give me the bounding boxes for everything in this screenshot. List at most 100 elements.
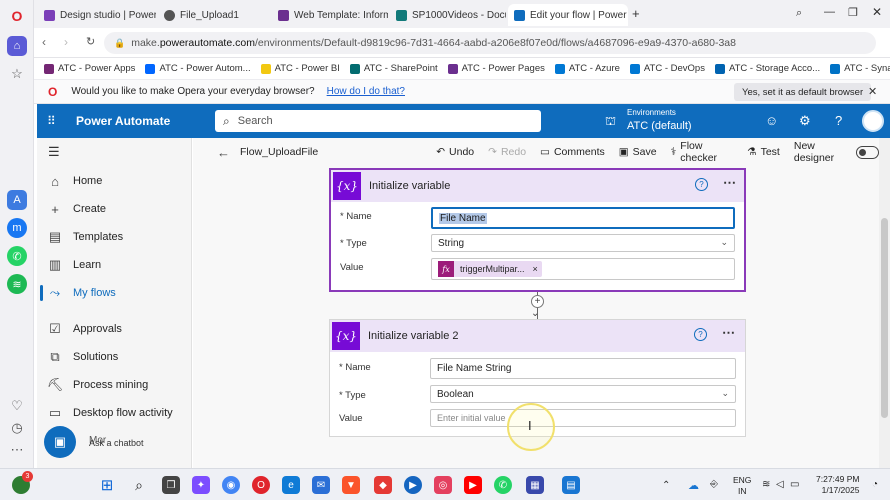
language-indicator[interactable]: ENG IN: [733, 475, 751, 497]
chrome-icon[interactable]: ◉: [222, 476, 240, 494]
search-box[interactable]: ⌕ Search: [215, 110, 541, 132]
undo-button[interactable]: ↶ Undo: [436, 146, 474, 158]
windows-start-icon[interactable]: ⊞: [98, 476, 116, 494]
info-icon[interactable]: ?: [694, 328, 707, 341]
redo-button[interactable]: ↷ Redo: [488, 146, 526, 158]
bookmark-sharepoint[interactable]: ATC - SharePoint: [349, 63, 438, 74]
history-icon[interactable]: ◷: [7, 418, 27, 438]
nav-item-my-flows[interactable]: ⤳ My flows: [37, 281, 187, 305]
name-input[interactable]: File Name: [431, 207, 735, 229]
back-icon[interactable]: ‹: [42, 35, 46, 49]
bookmark-power-bi[interactable]: ATC - Power BI: [260, 63, 340, 74]
tab-file-upload[interactable]: File_Upload1: [158, 4, 270, 26]
back-arrow-icon[interactable]: ←: [217, 145, 230, 160]
canvas-scrollbar[interactable]: [879, 138, 890, 468]
usb-icon[interactable]: ⎆: [710, 479, 718, 490]
new-designer-toggle[interactable]: [856, 145, 879, 159]
tab-edit-flow[interactable]: Edit your flow | Power Aut: [508, 4, 628, 26]
bookmark-devops[interactable]: ATC - DevOps: [629, 63, 705, 74]
reload-icon[interactable]: ↻: [86, 35, 95, 48]
more-options-icon[interactable]: ⋯: [723, 175, 736, 191]
instagram-icon[interactable]: ◎: [434, 476, 452, 494]
app-grid-icon[interactable]: ▦: [526, 476, 544, 494]
initialize-variable-card[interactable]: {x} Initialize variable ? ⋯ * Name File …: [329, 168, 746, 292]
close-window-icon[interactable]: ✕: [872, 5, 882, 19]
restore-icon[interactable]: ❐: [848, 6, 858, 19]
bookmark-azure[interactable]: ATC - Azure: [554, 63, 620, 74]
avatar[interactable]: [862, 110, 884, 132]
tab-web-template[interactable]: Web Template: Informatio: [272, 4, 388, 26]
remove-token-icon[interactable]: ×: [533, 264, 538, 274]
settings-icon[interactable]: ⚙: [799, 113, 811, 129]
bookmark-power-pages[interactable]: ATC - Power Pages: [447, 63, 545, 74]
value-input[interactable]: Enter initial value: [430, 409, 736, 427]
messenger-icon[interactable]: m: [7, 218, 27, 238]
card-header[interactable]: {x} Initialize variable ? ⋯: [331, 170, 744, 202]
nav-item-approvals[interactable]: ☑ Approvals: [37, 317, 187, 341]
add-step-icon[interactable]: +: [531, 295, 544, 308]
edge-icon[interactable]: e: [282, 476, 300, 494]
notepad-icon[interactable]: ▤: [562, 476, 580, 494]
nav-item-learn[interactable]: ▥ Learn: [37, 253, 187, 277]
bookmark-power-automate[interactable]: ATC - Power Autom...: [145, 63, 251, 74]
zoom-icon[interactable]: ▶: [404, 476, 422, 494]
tab-sp1000videos[interactable]: SP1000Videos - Documen: [390, 4, 506, 26]
wifi-icon[interactable]: ≋: [762, 479, 770, 490]
more-options-icon[interactable]: ⋯: [722, 325, 735, 341]
environment-name[interactable]: ATC (default): [627, 120, 692, 132]
how-to-link[interactable]: How do I do that?: [327, 86, 405, 97]
tray-chevron-icon[interactable]: ⌃: [662, 480, 670, 491]
bookmark-storage[interactable]: ATC - Storage Acco...: [714, 63, 820, 74]
outlook-icon[interactable]: ✉: [312, 476, 330, 494]
clock[interactable]: 7:27:49 PM 1/17/2025: [816, 474, 859, 496]
comments-button[interactable]: ▭ Comments: [540, 146, 605, 158]
dynamic-token[interactable]: fx triggerMultipar... ×: [438, 261, 542, 277]
nav-item-create[interactable]: + Create: [37, 197, 187, 221]
set-default-button[interactable]: Yes, set it as default browser: [734, 83, 872, 101]
hamburger-icon[interactable]: ☰: [48, 144, 60, 160]
more-icon[interactable]: ⋯: [7, 440, 27, 460]
flow-checker-button[interactable]: ⚕ Flow checker: [671, 140, 734, 164]
nav-item-templates[interactable]: ▤ Templates: [37, 225, 187, 249]
whatsapp-icon[interactable]: ✆: [7, 246, 27, 266]
whatsapp-taskbar-icon[interactable]: ✆: [494, 476, 512, 494]
forward-icon[interactable]: ›: [64, 35, 68, 49]
battery-icon[interactable]: ▭: [790, 479, 799, 490]
workspace-icon[interactable]: ⌂: [7, 36, 27, 56]
brave-icon[interactable]: ▼: [342, 476, 360, 494]
nav-item-desktop-flow[interactable]: ▭ Desktop flow activity: [37, 401, 187, 425]
opera-logo-icon[interactable]: O: [7, 6, 27, 26]
nav-item-solutions[interactable]: ⧉ Solutions: [37, 345, 187, 369]
new-tab-icon[interactable]: +: [632, 6, 640, 21]
app-launcher-icon[interactable]: ⠿: [47, 114, 57, 128]
aria-icon[interactable]: A: [7, 190, 27, 210]
emoji-icon[interactable]: ☺: [765, 113, 778, 128]
url-field[interactable]: 🔒 make. powerautomate.com/environments/De…: [104, 32, 876, 54]
youtube-icon[interactable]: ▶: [464, 476, 482, 494]
weather-widget-icon[interactable]: 3: [12, 471, 33, 494]
type-select[interactable]: String ⌄: [431, 234, 735, 252]
minimize-icon[interactable]: —: [824, 6, 835, 18]
copilot-icon[interactable]: ✦: [192, 476, 210, 494]
save-button[interactable]: ▣ Save: [619, 146, 657, 158]
help-icon[interactable]: ?: [835, 113, 842, 128]
close-bar-icon[interactable]: ✕: [868, 85, 877, 98]
name-input[interactable]: File Name String: [430, 358, 736, 379]
type-select[interactable]: Boolean ⌄: [430, 385, 736, 403]
card-header[interactable]: {x} Initialize variable 2 ? ⋯: [330, 320, 745, 352]
bookmark-synapse[interactable]: ATC - Synapse Work...: [830, 63, 890, 74]
search-icon[interactable]: ⌕: [130, 476, 148, 494]
chatbot-button[interactable]: ▣: [44, 426, 76, 458]
onedrive-icon[interactable]: ☁: [688, 479, 699, 492]
tab-design-studio[interactable]: Design studio | Power Pag: [38, 4, 156, 26]
opera-icon[interactable]: O: [252, 476, 270, 494]
volume-icon[interactable]: ◁: [776, 479, 784, 490]
star-icon[interactable]: ☆: [7, 64, 27, 84]
test-button[interactable]: ⚗ Test: [747, 146, 780, 158]
spotify-icon[interactable]: ≋: [7, 274, 27, 294]
chatbot-label[interactable]: Ask a chatbot: [89, 438, 144, 448]
heart-icon[interactable]: ♡: [7, 396, 27, 416]
task-view-icon[interactable]: ❒: [162, 476, 180, 494]
info-icon[interactable]: ?: [695, 178, 708, 191]
nav-item-home[interactable]: ⌂ Home: [37, 169, 187, 193]
